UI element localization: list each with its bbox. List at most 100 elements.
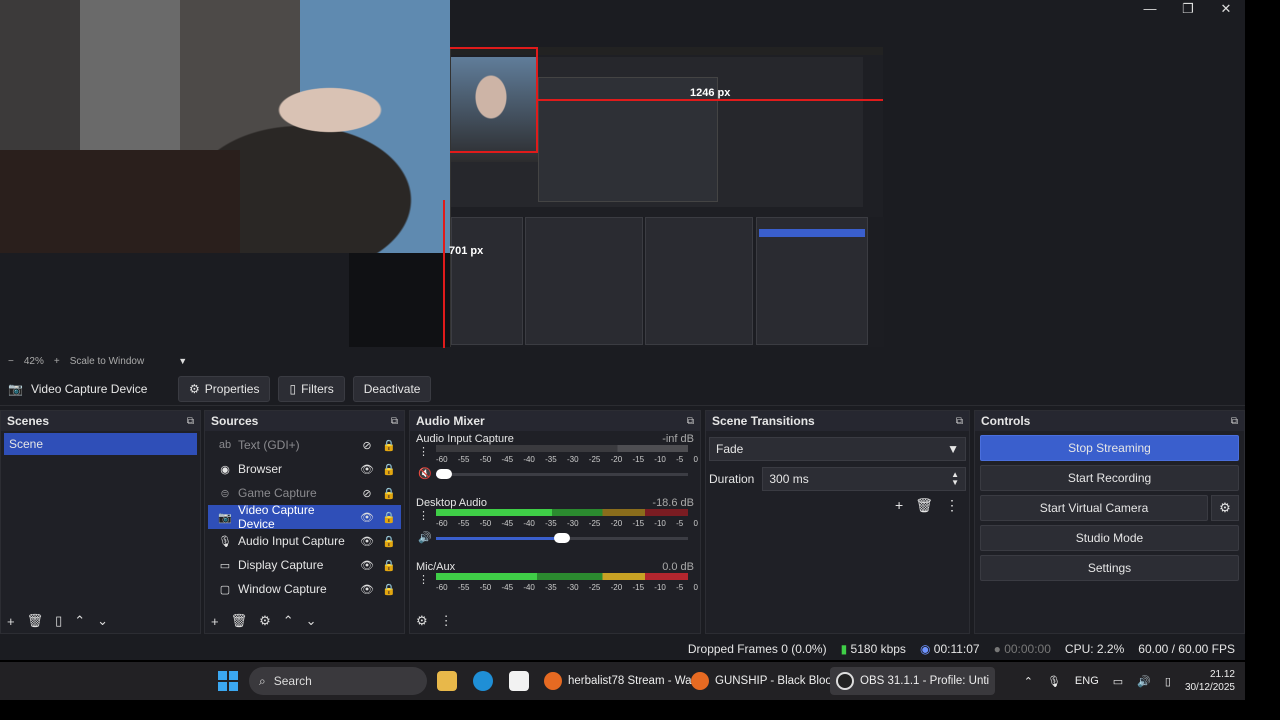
gear-icon[interactable]: ⚙ <box>259 613 271 629</box>
add-icon[interactable]: + <box>7 614 15 629</box>
start-virtual-camera-button[interactable]: Start Virtual Camera <box>980 495 1208 521</box>
lock-icon[interactable]: 🔒 <box>381 439 397 452</box>
spinner-icon[interactable]: ▲ ▼ <box>951 471 959 487</box>
chevron-up-icon[interactable]: ⌃ <box>283 613 294 629</box>
signal-icon: ▮ <box>840 642 848 656</box>
trash-icon[interactable]: 🗑 <box>915 497 933 514</box>
scale-mode[interactable]: Scale to Window <box>70 356 144 367</box>
deactivate-button[interactable]: Deactivate <box>352 375 432 402</box>
clock[interactable]: 21.12 30/12/2025 <box>1185 668 1235 694</box>
volume-slider[interactable] <box>436 469 688 479</box>
start-recording-button[interactable]: Start Recording <box>980 465 1239 491</box>
chevron-up-icon[interactable]: ⌃ <box>74 613 85 629</box>
text-icon: ab <box>218 439 232 451</box>
taskbar-app-firefox-gunship[interactable]: GUNSHIP - Black Blood <box>685 667 844 695</box>
volume-meter <box>436 573 688 580</box>
duration-input[interactable]: 300 ms ▲ ▼ <box>762 467 966 491</box>
chevron-up-icon[interactable]: ⌃ <box>1024 675 1033 688</box>
eye-icon[interactable]: 👁 <box>359 583 375 596</box>
more-icon[interactable]: ⋮ <box>418 573 429 586</box>
source-item[interactable]: ⊜ Game Capture ⊘ 🔒 <box>208 481 401 505</box>
width-measure: 1246 px <box>690 87 731 99</box>
screen-edge-bottom <box>0 700 1280 720</box>
audio-mixer-dock: Audio Mixer ⧉ Audio Input Capture -inf dB … <box>409 410 701 634</box>
lock-icon[interactable]: 🔒 <box>381 511 397 524</box>
source-label: Video Capture Device <box>238 503 315 531</box>
chevron-down-icon[interactable]: ▼ <box>178 356 187 366</box>
maximize-button[interactable]: ❐ <box>1169 0 1207 20</box>
minimize-button[interactable]: — <box>1131 0 1169 20</box>
webcam-feed <box>0 0 450 253</box>
file-explorer-icon[interactable] <box>437 671 457 691</box>
zoom-out-button[interactable]: − <box>8 356 14 367</box>
language-indicator[interactable]: ENG <box>1075 675 1099 687</box>
microphone-icon[interactable]: 🎙 <box>1047 675 1061 688</box>
globe-icon: ◉ <box>220 463 230 476</box>
scenes-dock: Scenes ⧉ Scene + 🗑 ▯ ⌃ ⌄ <box>0 410 201 634</box>
more-icon[interactable]: ⋮ <box>440 613 453 629</box>
add-icon[interactable]: + <box>211 614 219 629</box>
source-item[interactable]: ▢ Window Capture 👁 🔒 <box>208 577 401 601</box>
lock-icon[interactable]: 🔒 <box>381 583 397 596</box>
eye-icon[interactable]: 👁 <box>359 463 375 476</box>
eye-icon[interactable]: 👁 <box>359 535 375 548</box>
eye-icon[interactable]: 👁 <box>359 511 375 524</box>
source-item[interactable]: ◉ Browser 👁 🔒 <box>208 457 401 481</box>
more-icon[interactable]: ⋮ <box>945 497 959 514</box>
source-item[interactable]: ab Text (GDI+) ⊘ 🔒 <box>208 433 401 457</box>
network-icon[interactable]: ▭ <box>1113 675 1123 688</box>
settings-button[interactable]: Settings <box>980 555 1239 581</box>
taskbar-search[interactable]: ⌕ Search <box>249 667 427 695</box>
preview-area[interactable]: 1246 px 701 px — ❐ ✕ <box>0 0 1245 352</box>
gear-icon[interactable]: ⚙ <box>416 613 428 629</box>
gear-icon[interactable]: ⚙ <box>1211 495 1239 521</box>
zoom-in-button[interactable]: + <box>54 356 60 367</box>
more-icon[interactable]: ⋮ <box>418 509 429 522</box>
source-item[interactable]: 🎙 Audio Input Capture 👁 🔒 <box>208 529 401 553</box>
filters-button[interactable]: ▯ Filters <box>278 375 345 402</box>
properties-button[interactable]: ⚙ Properties <box>178 375 271 402</box>
add-icon[interactable]: + <box>895 497 903 514</box>
battery-icon[interactable]: ▯ <box>1165 675 1171 688</box>
source-item[interactable]: ▭ Display Capture 👁 🔒 <box>208 553 401 577</box>
eye-off-icon[interactable]: ⊘ <box>359 487 375 500</box>
popout-icon[interactable]: ⧉ <box>1231 416 1238 427</box>
scene-item[interactable]: Scene <box>4 433 197 455</box>
height-measure: 701 px <box>449 245 484 257</box>
edge-icon[interactable] <box>473 671 493 691</box>
chevron-down-icon[interactable]: ⌄ <box>97 613 108 629</box>
eye-off-icon[interactable]: ⊘ <box>359 439 375 452</box>
more-icon[interactable]: ⋮ <box>418 445 429 458</box>
fps: 60.00 / 60.00 FPS <box>1138 642 1235 656</box>
speaker-muted-icon[interactable]: 🔇 <box>418 467 432 480</box>
popout-icon[interactable]: ⧉ <box>956 416 963 427</box>
studio-mode-button[interactable]: Studio Mode <box>980 525 1239 551</box>
context-bar: 📷 Video Capture Device ⚙ Properties ▯ Fi… <box>0 372 1245 406</box>
transition-select[interactable]: Fade ▼ <box>709 437 966 461</box>
windows-start-icon[interactable] <box>218 671 238 691</box>
volume-slider[interactable] <box>436 533 688 543</box>
stop-streaming-button[interactable]: Stop Streaming <box>980 435 1239 461</box>
trash-icon[interactable]: 🗑 <box>27 613 44 629</box>
popout-icon[interactable]: ⧉ <box>187 416 194 427</box>
close-button[interactable]: ✕ <box>1207 0 1245 20</box>
lock-icon[interactable]: 🔒 <box>381 463 397 476</box>
source-item[interactable]: 📷 Video Capture Device 👁 🔒 <box>208 503 401 531</box>
filter-icon[interactable]: ▯ <box>55 613 62 629</box>
speaker-icon[interactable]: 🔊 <box>418 531 432 544</box>
eye-icon[interactable]: 👁 <box>359 559 375 572</box>
lock-icon[interactable]: 🔒 <box>381 535 397 548</box>
lock-icon[interactable]: 🔒 <box>381 559 397 572</box>
stream-time: 00:11:07 <box>933 642 980 656</box>
popout-icon[interactable]: ⧉ <box>687 416 694 427</box>
channel-name: Audio Input Capture <box>416 433 514 445</box>
transition-value: Fade <box>716 442 744 456</box>
trash-icon[interactable]: 🗑 <box>231 613 248 629</box>
lock-icon[interactable]: 🔒 <box>381 487 397 500</box>
taskbar-app-obs[interactable]: OBS 31.1.1 - Profile: Unti <box>830 667 996 695</box>
chevron-down-icon[interactable]: ⌄ <box>306 613 317 629</box>
taskbar-app-firefox-stream[interactable]: herbalist78 Stream - Wa <box>538 667 698 695</box>
popout-icon[interactable]: ⧉ <box>391 416 398 427</box>
store-icon[interactable] <box>509 671 529 691</box>
volume-icon[interactable]: 🔊 <box>1137 675 1151 688</box>
